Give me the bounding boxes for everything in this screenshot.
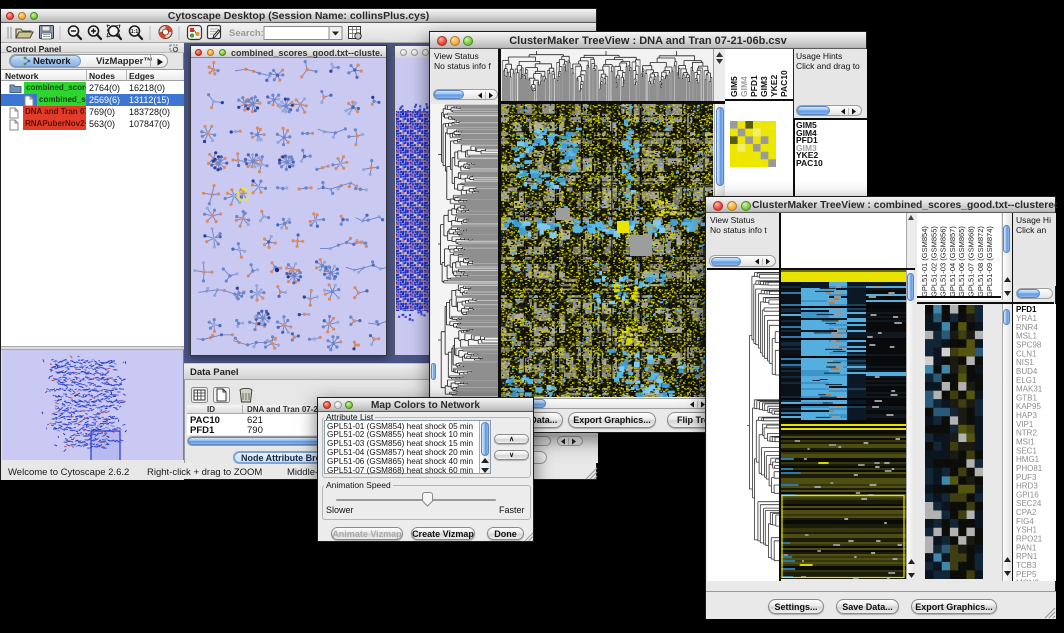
svg-text:PAN1: PAN1 (1016, 543, 1037, 552)
svg-text:GIM5: GIM5 (729, 76, 739, 97)
svg-text:GPL51-01 (GSM854): GPL51-01 (GSM854) (920, 226, 929, 297)
svg-text:FIG4: FIG4 (1016, 517, 1034, 526)
svg-text:NTR2: NTR2 (1016, 429, 1037, 438)
svg-text:GPL51-06 (GSM865): GPL51-06 (GSM865) (957, 226, 966, 297)
svg-text:GPI16: GPI16 (1016, 490, 1039, 499)
svg-text:PFD1: PFD1 (1016, 305, 1037, 314)
svg-text:GPL51-09 (GSM874): GPL51-09 (GSM874) (985, 226, 994, 297)
svg-text:GPL51-03 (GSM856): GPL51-03 (GSM856) (939, 226, 948, 297)
svg-text:PEP5: PEP5 (1016, 570, 1037, 579)
svg-text:VIP1: VIP1 (1016, 420, 1034, 429)
svg-text:GIM3: GIM3 (759, 76, 769, 97)
svg-text:TCB3: TCB3 (1016, 561, 1037, 570)
svg-text:MON2: MON2 (1016, 579, 1040, 581)
svg-text:HAP3: HAP3 (1016, 411, 1037, 420)
svg-text:KAP95: KAP95 (1016, 402, 1041, 411)
svg-text:PFD1: PFD1 (749, 75, 759, 97)
svg-text:MSL1: MSL1 (1016, 332, 1037, 341)
svg-text:RNR4: RNR4 (1016, 323, 1038, 332)
svg-text:SEC24: SEC24 (1016, 499, 1042, 508)
svg-text:GPL51-08 (GSM872): GPL51-08 (GSM872) (976, 226, 985, 297)
svg-text:MAK31: MAK31 (1016, 385, 1043, 394)
svg-text:GIM4: GIM4 (739, 76, 749, 97)
svg-text:GTB1: GTB1 (1016, 393, 1037, 402)
svg-text:ELG1: ELG1 (1016, 376, 1037, 385)
svg-text:CPA2: CPA2 (1016, 508, 1037, 517)
svg-text:GPL51-04 (GSM857): GPL51-04 (GSM857) (948, 226, 957, 297)
svg-text:PUF3: PUF3 (1016, 473, 1037, 482)
svg-text:MSI1: MSI1 (1016, 438, 1035, 447)
svg-text:RPN1: RPN1 (1016, 552, 1038, 561)
svg-text:GPL51-02 (GSM855): GPL51-02 (GSM855) (929, 226, 938, 297)
svg-text:RPO21: RPO21 (1016, 535, 1043, 544)
svg-text:CLN1: CLN1 (1016, 349, 1037, 358)
svg-text:YSH1: YSH1 (1016, 526, 1037, 535)
svg-text:PAC10: PAC10 (779, 70, 789, 97)
svg-text:Search:: Search: (229, 28, 264, 39)
svg-text:YRA1: YRA1 (1016, 314, 1037, 323)
svg-text:HMG1: HMG1 (1016, 455, 1040, 464)
svg-text:HRD3: HRD3 (1016, 482, 1038, 491)
svg-text:SEC1: SEC1 (1016, 446, 1037, 455)
svg-text:BUD4: BUD4 (1016, 367, 1038, 376)
svg-text:GPL51-07 (GSM868): GPL51-07 (GSM868) (967, 226, 976, 297)
svg-text:YKE2: YKE2 (769, 75, 779, 97)
svg-text:PHO81: PHO81 (1016, 464, 1043, 473)
svg-text:NIS1: NIS1 (1016, 358, 1034, 367)
svg-text:SPC98: SPC98 (1016, 341, 1042, 350)
